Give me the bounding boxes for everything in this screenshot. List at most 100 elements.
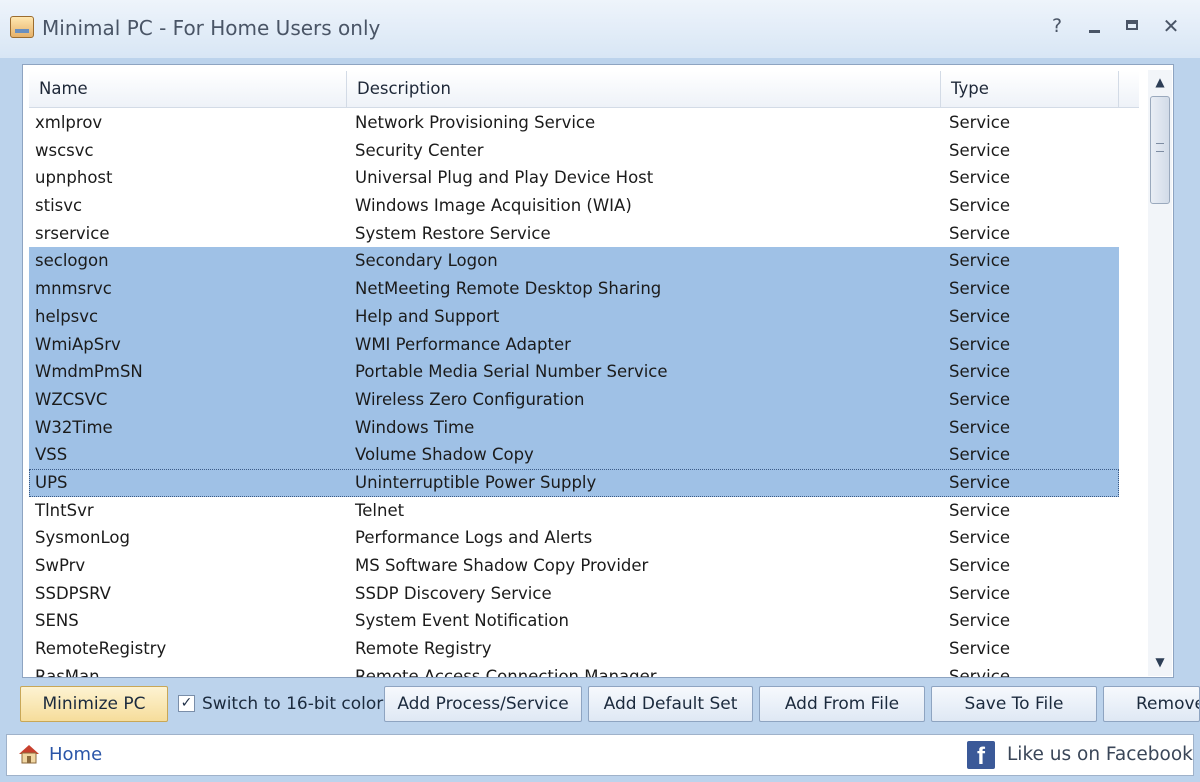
column-header-name[interactable]: Name <box>29 71 347 107</box>
cell-name: helpsvc <box>35 306 99 326</box>
facebook-icon[interactable]: f <box>967 741 995 770</box>
table-row[interactable]: WZCSVC Wireless Zero Configuration Service <box>29 385 1119 414</box>
add-from-file-button[interactable]: Add From File <box>759 686 925 722</box>
cell-name: mnmsrvc <box>35 279 112 299</box>
cell-type: Service <box>949 583 1010 603</box>
table-row[interactable]: xmlprov Network Provisioning Service Servi… <box>29 109 1119 137</box>
cell-type: Service <box>949 666 1010 678</box>
title-bar: Minimal PC - For Home Users only ? ✕ <box>0 0 1200 58</box>
table-row[interactable]: WmdmPmSN Portable Media Serial Number Ser… <box>29 358 1119 386</box>
cell-name: wscsvc <box>35 140 94 160</box>
table-row[interactable]: seclogon Secondary Logon Service <box>29 247 1119 276</box>
cell-type: Service <box>949 140 1010 160</box>
cell-name: xmlprov <box>35 113 103 132</box>
table-row[interactable]: SENS System Event Notification Service <box>29 607 1119 635</box>
table-row[interactable]: RasMan Remote Access Connection Manager Se… <box>29 663 1119 678</box>
cell-description: System Restore Service <box>355 223 551 243</box>
cell-name: VSS <box>35 445 68 465</box>
cell-description: SSDP Discovery Service <box>355 583 552 603</box>
cell-name: WZCSVC <box>35 389 108 409</box>
cell-description: Universal Plug and Play Device Host <box>355 168 654 188</box>
cell-type: Service <box>949 168 1010 188</box>
add-default-set-button[interactable]: Add Default Set <box>588 686 753 722</box>
list-header: Name Description Type <box>29 71 1139 108</box>
checkmark-icon[interactable]: ✓ <box>178 695 195 712</box>
table-row[interactable]: UPS Uninterruptible Power Supply Service <box>29 468 1119 497</box>
cell-type: Service <box>949 196 1010 216</box>
minimize-button[interactable] <box>1084 14 1106 38</box>
cell-type: Service <box>949 334 1010 354</box>
scroll-down-arrow-icon[interactable]: ▼ <box>1148 650 1172 674</box>
table-row[interactable]: W32Time Windows Time Service <box>29 413 1119 442</box>
table-row[interactable]: SSDPSRV SSDP Discovery Service Service <box>29 580 1119 608</box>
cell-name: WmdmPmSN <box>35 362 143 382</box>
facebook-link[interactable]: Like us on Facebook <box>1007 744 1193 765</box>
cell-type: Service <box>949 223 1010 243</box>
cell-description: Uninterruptible Power Supply <box>355 472 597 492</box>
table-row[interactable]: RemoteRegistry Remote Registry Service <box>29 635 1119 663</box>
column-header-type[interactable]: Type <box>941 71 1119 107</box>
minimize-pc-button[interactable]: Minimize PC <box>20 686 168 722</box>
table-row[interactable]: SysmonLog Performance Logs and Alerts Serv… <box>29 524 1119 552</box>
cell-description: Telnet <box>355 500 405 520</box>
services-list[interactable]: Name Description Type xmlprov Network Pro… <box>22 64 1174 678</box>
cell-type: Service <box>949 417 1010 437</box>
table-row[interactable]: helpsvc Help and Support Service <box>29 302 1119 331</box>
table-row[interactable]: WmiApSrv WMI Performance Adapter Service <box>29 330 1119 359</box>
cell-name: TlntSvr <box>35 500 94 520</box>
cell-name: SSDPSRV <box>35 583 111 603</box>
cell-description: Network Provisioning Service <box>355 113 596 132</box>
app-icon <box>10 16 34 38</box>
help-button[interactable]: ? <box>1046 14 1068 38</box>
close-button[interactable]: ✕ <box>1160 14 1182 38</box>
column-header-description[interactable]: Description <box>347 71 941 107</box>
cell-name: W32Time <box>35 417 113 437</box>
cell-type: Service <box>949 445 1010 465</box>
window-title: Minimal PC - For Home Users only <box>42 16 381 40</box>
cell-type: Service <box>949 611 1010 631</box>
add-process-service-button[interactable]: Add Process/Service <box>384 686 582 722</box>
cell-description: Windows Image Acquisition (WIA) <box>355 196 632 216</box>
cell-description: Wireless Zero Configuration <box>355 389 585 409</box>
cell-name: seclogon <box>35 251 109 271</box>
save-to-file-button[interactable]: Save To File <box>931 686 1097 722</box>
cell-name: SwPrv <box>35 556 86 575</box>
table-row[interactable]: stisvc Windows Image Acquisition (WIA) Ser… <box>29 192 1119 220</box>
cell-name: stisvc <box>35 196 83 216</box>
cell-type: Service <box>949 279 1010 299</box>
cell-type: Service <box>949 556 1010 575</box>
cell-name: SENS <box>35 611 79 631</box>
table-row[interactable]: TlntSvr Telnet Service <box>29 497 1119 525</box>
list-rows: xmlprov Network Provisioning Service Servi… <box>29 109 1119 678</box>
cell-name: WmiApSrv <box>35 334 121 354</box>
table-row[interactable]: mnmsrvc NetMeeting Remote Desktop Sharing… <box>29 275 1119 303</box>
status-bar: Home f Like us on Facebook <box>6 734 1194 776</box>
cell-name: RasMan <box>35 666 100 678</box>
remove-button[interactable]: Remove <box>1103 686 1200 722</box>
table-row[interactable]: srservice System Restore Service Service <box>29 220 1119 248</box>
cell-type: Service <box>949 639 1010 659</box>
cell-type: Service <box>949 113 1010 132</box>
cell-description: Volume Shadow Copy <box>355 445 534 465</box>
cell-type: Service <box>949 528 1010 548</box>
cell-name: UPS <box>35 472 68 492</box>
table-row[interactable]: VSS Volume Shadow Copy Service <box>29 441 1119 469</box>
cell-description: WMI Performance Adapter <box>355 334 571 354</box>
cell-description: MS Software Shadow Copy Provider <box>355 556 649 575</box>
cell-type: Service <box>949 306 1010 326</box>
maximize-button[interactable] <box>1122 14 1144 38</box>
table-row[interactable]: SwPrv MS Software Shadow Copy Provider Ser… <box>29 552 1119 580</box>
cell-name: RemoteRegistry <box>35 639 167 659</box>
cell-type: Service <box>949 251 1010 271</box>
scroll-up-arrow-icon[interactable]: ▲ <box>1148 70 1172 94</box>
home-link[interactable]: Home <box>49 744 102 765</box>
table-row[interactable]: upnphost Universal Plug and Play Device H… <box>29 164 1119 192</box>
cell-type: Service <box>949 500 1010 520</box>
cell-description: Windows Time <box>355 417 475 437</box>
scroll-thumb[interactable] <box>1150 96 1170 204</box>
cell-description: Performance Logs and Alerts <box>355 528 593 548</box>
vertical-scrollbar[interactable]: ▲ ▼ <box>1148 70 1172 676</box>
cell-description: NetMeeting Remote Desktop Sharing <box>355 279 662 299</box>
table-row[interactable]: wscsvc Security Center Service <box>29 137 1119 165</box>
cell-description: Remote Access Connection Manager <box>355 666 657 678</box>
